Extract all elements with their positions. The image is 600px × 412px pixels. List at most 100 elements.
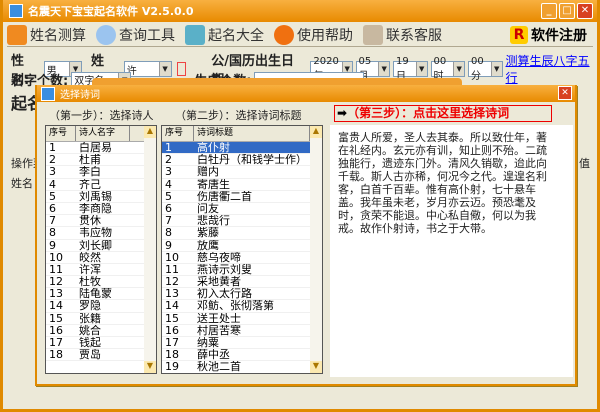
poet-list-scrollbar[interactable]: ▲ ▼ [144,126,156,373]
list-item[interactable]: 9 放鹰 [162,240,322,252]
toolbar-name-test[interactable]: 姓名测算 [7,24,86,45]
list-item[interactable]: 16 姚合 [46,325,156,337]
arrow-right-icon: ➡ [337,106,348,120]
poem-text: 富贵人所爱，圣人去其泰。所以致仕年，著在礼经内。玄元亦有训，知止则不殆。二疏独能… [338,131,547,235]
item-index: 11 [165,263,179,276]
background-column-value: 值 [579,157,590,170]
item-text: 村居苦寒 [197,324,241,336]
scroll-down-icon[interactable]: ▼ [310,361,322,373]
item-text: 纳粟 [197,337,219,349]
item-index: 15 [165,312,179,324]
list-item[interactable]: 8 紫藤 [162,227,322,240]
item-index: 9 [165,239,172,251]
hour-select[interactable]: 00时 ▼ [430,56,466,82]
title-list-scrollbar[interactable]: ▲ ▼ [310,126,322,373]
item-index: 10 [49,251,63,263]
list-item[interactable]: 13 陆龟蒙 [46,288,156,301]
scroll-up-icon[interactable]: ▲ [310,126,322,138]
toolbar-query-tools[interactable]: 查询工具 [96,24,175,45]
list-item[interactable]: 7 贯休 [46,215,156,228]
item-index: 13 [49,288,63,300]
list-item[interactable]: 18 薛中丞 [162,349,322,362]
list-item[interactable]: 12 杜牧 [46,276,156,289]
item-text: 问友 [197,202,219,215]
item-text: 许浑 [79,263,101,276]
list-item[interactable]: 9 刘长卿 [46,240,156,252]
item-text: 赠内 [197,166,219,178]
toolbar-help[interactable]: 使用帮助 [274,24,353,45]
select-poem-dialog: 选择诗词 ✕ （第一步）：选择诗人 （第二步）：选择诗词标题 ➡（第三步）：点击… [35,85,577,386]
list-item[interactable]: 15 张籍 [46,313,156,325]
item-text: 皎然 [79,251,101,263]
item-index: 2 [49,154,56,166]
bazi-link[interactable]: 测算生辰八字五行 [506,52,597,86]
list-item[interactable]: 10 慈乌夜啼 [162,252,322,264]
list-item[interactable]: 6 问友 [162,202,322,216]
list-item[interactable]: 3 李白 [46,166,156,179]
list-item[interactable]: 4 寄唐生 [162,179,322,191]
list-item[interactable]: 10 皎然 [46,252,156,264]
app-icon [9,4,23,18]
item-index: 15 [49,312,63,324]
poet-list[interactable]: 序号 诗人名字 1 白居易 2 杜甫 3 李白 4 齐己 5 刘禹锡 6 李商隐 7 贯休 8 韦应物 9 刘长卿 1… [45,125,157,374]
list-item[interactable]: 1 白居易 [46,142,156,155]
list-item[interactable]: 17 纳粟 [162,337,322,350]
toolbar-names-collection[interactable]: 起名大全 [185,24,264,45]
item-index: 13 [165,288,179,300]
scroll-up-icon[interactable]: ▲ [144,126,156,138]
item-text: 李商隐 [79,202,112,215]
list-item[interactable]: 7 悲哉行 [162,215,322,228]
list-item[interactable]: 18 贾岛 [46,349,156,362]
item-text: 刘长卿 [79,239,112,251]
item-index: 5 [49,190,56,202]
item-index: 2 [165,154,172,166]
poem-title-list[interactable]: 序号 诗词标题 1 高仆射 2 白牡丹（和钱学士作） 3 赠内 4 寄唐生 5 伤唐衢二首 6 问友 7 悲… [161,125,323,374]
list-item[interactable]: 2 杜甫 [46,154,156,167]
step3-button[interactable]: ➡（第三步）：点击这里选择诗词 [334,105,552,122]
item-index: 12 [49,276,63,288]
list-item[interactable]: 2 白牡丹（和钱学士作） [162,154,322,167]
list-item[interactable]: 16 村居苦寒 [162,325,322,337]
toolbar: 姓名测算 查询工具 起名大全 使用帮助 联系客服 R 软件注册 [7,23,593,47]
close-button[interactable]: ✕ [577,3,593,19]
list-item[interactable]: 13 初入太行路 [162,288,322,301]
list-item[interactable]: 19 秋池二首 [162,361,322,373]
list-item[interactable]: 11 许浑 [46,263,156,277]
minute-select[interactable]: 00分 ▼ [468,56,503,82]
maximize-button[interactable]: □ [559,3,575,19]
list-item[interactable]: 6 李商隐 [46,202,156,216]
item-index: 6 [165,202,172,215]
item-text: 高仆射 [194,142,310,154]
item-index: 16 [49,324,63,336]
step1-label: （第一步）：选择诗人 [49,109,154,122]
poem-text-area[interactable]: 富贵人所爱，圣人去其泰。所以致仕年，著在礼经内。玄元亦有训，知止则不殆。二疏独能… [330,125,573,377]
list-item[interactable]: 14 罗隐 [46,300,156,313]
list-item[interactable]: 4 齐己 [46,179,156,191]
day-select[interactable]: 19日 ▼ [393,56,428,82]
book-icon [185,24,205,45]
register-button[interactable]: R 软件注册 [510,25,587,45]
list-item[interactable]: 15 送王处士 [162,313,322,325]
item-text: 紫藤 [197,227,219,239]
list-item[interactable]: 5 伤唐衢二首 [162,191,322,203]
list-item[interactable]: 3 赠内 [162,166,322,179]
list-item[interactable]: 1 高仆射 [162,142,322,155]
item-index: 7 [165,215,172,227]
item-text: 邓鲂、张彻落第 [197,300,274,312]
list-item[interactable]: 11 燕诗示刘叟 [162,263,322,277]
item-index: 17 [49,337,63,349]
list-item[interactable]: 8 韦应物 [46,227,156,240]
item-index: 4 [49,178,56,190]
dialog-title: 选择诗词 [60,90,100,101]
list-item[interactable]: 12 采地黄者 [162,276,322,289]
item-text: 悲哉行 [197,215,230,227]
item-index: 11 [49,263,63,276]
list-item[interactable]: 14 邓鲂、张彻落第 [162,300,322,313]
scroll-down-icon[interactable]: ▼ [144,361,156,373]
toolbar-contact[interactable]: 联系客服 [363,24,442,45]
minimize-button[interactable]: _ [541,3,557,19]
list-item[interactable]: 17 钱起 [46,337,156,350]
item-index: 1 [162,142,194,154]
dialog-close-button[interactable]: ✕ [558,86,572,100]
list-item[interactable]: 5 刘禹锡 [46,191,156,203]
